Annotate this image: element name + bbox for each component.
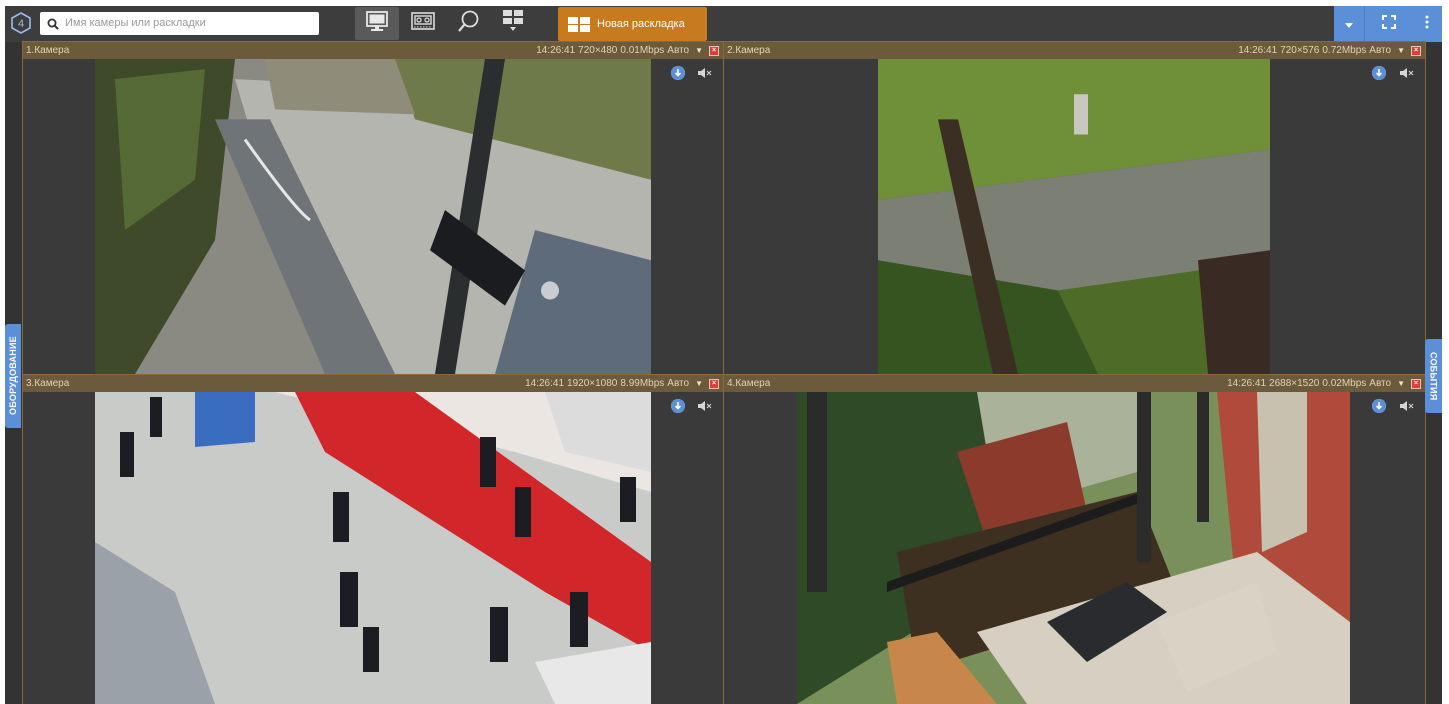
close-camera-icon[interactable]: ×	[1411, 378, 1421, 389]
camera-time: 14:26:41	[525, 378, 565, 389]
camera-tile[interactable]: 4.Камера 14:26:41 2688×1520 0.02Mbps Авт…	[723, 374, 1426, 704]
camera-time: 14:26:41	[1227, 378, 1267, 389]
more-menu-button[interactable]	[1412, 6, 1442, 42]
muted-speaker-icon[interactable]	[698, 66, 712, 78]
search-box[interactable]	[40, 12, 319, 35]
camera-tile[interactable]: 3.Камера 14:26:41 1920×1080 8.99Mbps Авт…	[22, 374, 724, 704]
video-frame[interactable]	[797, 392, 1350, 704]
search-magnifier-icon	[456, 8, 482, 39]
camera-name: 2.Камера	[727, 45, 771, 56]
monitor-icon	[365, 10, 389, 37]
download-icon[interactable]	[1372, 66, 1386, 80]
fullscreen-button[interactable]	[1372, 6, 1406, 42]
camera-resolution: 720×576	[1280, 45, 1320, 56]
camera-resolution: 720×480	[578, 45, 618, 56]
stream-quality-select[interactable]: Авто	[1369, 42, 1391, 59]
stream-quality-select[interactable]: Авто	[1369, 375, 1391, 392]
camera-name: 1.Камера	[26, 45, 70, 56]
camera-header: 3.Камера 14:26:41 1920×1080 8.99Mbps Авт…	[23, 375, 723, 392]
muted-speaker-icon[interactable]	[1400, 399, 1414, 411]
caret-down-icon[interactable]: ▼	[695, 42, 703, 59]
window-controls	[1334, 6, 1442, 42]
search-icon	[47, 17, 59, 30]
camera-bitrate: 0.02Mbps	[1322, 378, 1367, 389]
events-side-tab[interactable]: СОБЫТИЯ	[1425, 339, 1442, 413]
camera-bitrate: 8.99Mbps	[620, 378, 665, 389]
close-camera-icon[interactable]: ×	[709, 45, 719, 56]
stream-quality-select[interactable]: Авто	[667, 42, 689, 59]
camera-tile[interactable]: 2.Камера 14:26:41 720×576 0.72Mbps Авто …	[723, 41, 1426, 375]
dropdown-button[interactable]	[1334, 6, 1364, 42]
camera-name: 3.Камера	[26, 378, 70, 389]
caret-down-icon[interactable]: ▼	[1397, 42, 1405, 59]
camera-layout-grid: 1.Камера 14:26:41 720×480 0.01Mbps Авто …	[22, 41, 1426, 704]
caret-down-icon[interactable]: ▼	[695, 375, 703, 392]
download-icon[interactable]	[671, 66, 685, 80]
camera-resolution: 2688×1520	[1269, 378, 1320, 389]
divider	[1364, 6, 1365, 42]
caret-down-icon[interactable]: ▼	[1397, 375, 1405, 392]
camera-time: 14:26:41	[536, 45, 576, 56]
camera-bitrate: 0.01Mbps	[620, 45, 665, 56]
caret-down-icon	[1345, 15, 1353, 33]
fullscreen-icon	[1382, 14, 1396, 34]
stream-quality-select[interactable]: Авто	[667, 375, 689, 392]
video-frame[interactable]	[95, 59, 651, 374]
street-scene-image	[95, 59, 651, 374]
video-frame[interactable]	[95, 392, 651, 704]
more-vertical-icon	[1425, 15, 1429, 34]
app-logo-label: 4	[18, 18, 24, 30]
download-icon[interactable]	[1372, 399, 1386, 413]
camera-bitrate: 0.72Mbps	[1322, 45, 1367, 56]
layouts-grid-icon	[502, 9, 524, 38]
exhibition-scene-image	[95, 392, 651, 704]
video-frame[interactable]	[878, 59, 1270, 374]
search-input[interactable]	[65, 14, 313, 32]
new-layout-label: Новая раскладка	[597, 18, 685, 30]
camera-name: 4.Камера	[727, 378, 771, 389]
camera-tile[interactable]: 1.Камера 14:26:41 720×480 0.01Mbps Авто …	[22, 41, 724, 375]
top-toolbar: 4 Имя камеры или раскладки Новая расклад…	[5, 6, 1442, 42]
equipment-side-tab[interactable]: ОБОРУДОВАНИЕ	[5, 324, 21, 428]
camera-resolution: 1920×1080	[567, 378, 618, 389]
muted-speaker-icon[interactable]	[698, 399, 712, 411]
camera-header: 4.Камера 14:26:41 2688×1520 0.02Mbps Авт…	[724, 375, 1425, 392]
mode-archive-button[interactable]	[401, 7, 445, 40]
camera-header: 2.Камера 14:26:41 720×576 0.72Mbps Авто …	[724, 42, 1425, 59]
app-logo-icon[interactable]: 4	[10, 12, 32, 34]
camera-time: 14:26:41	[1238, 45, 1278, 56]
mode-live-button[interactable]	[355, 7, 399, 40]
porch-scene-image	[797, 392, 1350, 704]
camera-header: 1.Камера 14:26:41 720×480 0.01Mbps Авто …	[23, 42, 723, 59]
mode-search-button[interactable]	[447, 7, 491, 40]
layout-grid-icon	[568, 16, 590, 32]
mode-layouts-button[interactable]	[491, 7, 535, 40]
archive-tape-icon	[410, 11, 436, 36]
muted-speaker-icon[interactable]	[1400, 66, 1414, 78]
close-camera-icon[interactable]: ×	[1411, 45, 1421, 56]
download-icon[interactable]	[671, 399, 685, 413]
new-layout-button[interactable]: Новая раскладка	[558, 7, 707, 41]
close-camera-icon[interactable]: ×	[709, 378, 719, 389]
garden-scene-image	[878, 59, 1270, 374]
app-window: 4 Имя камеры или раскладки Новая расклад…	[5, 6, 1442, 704]
